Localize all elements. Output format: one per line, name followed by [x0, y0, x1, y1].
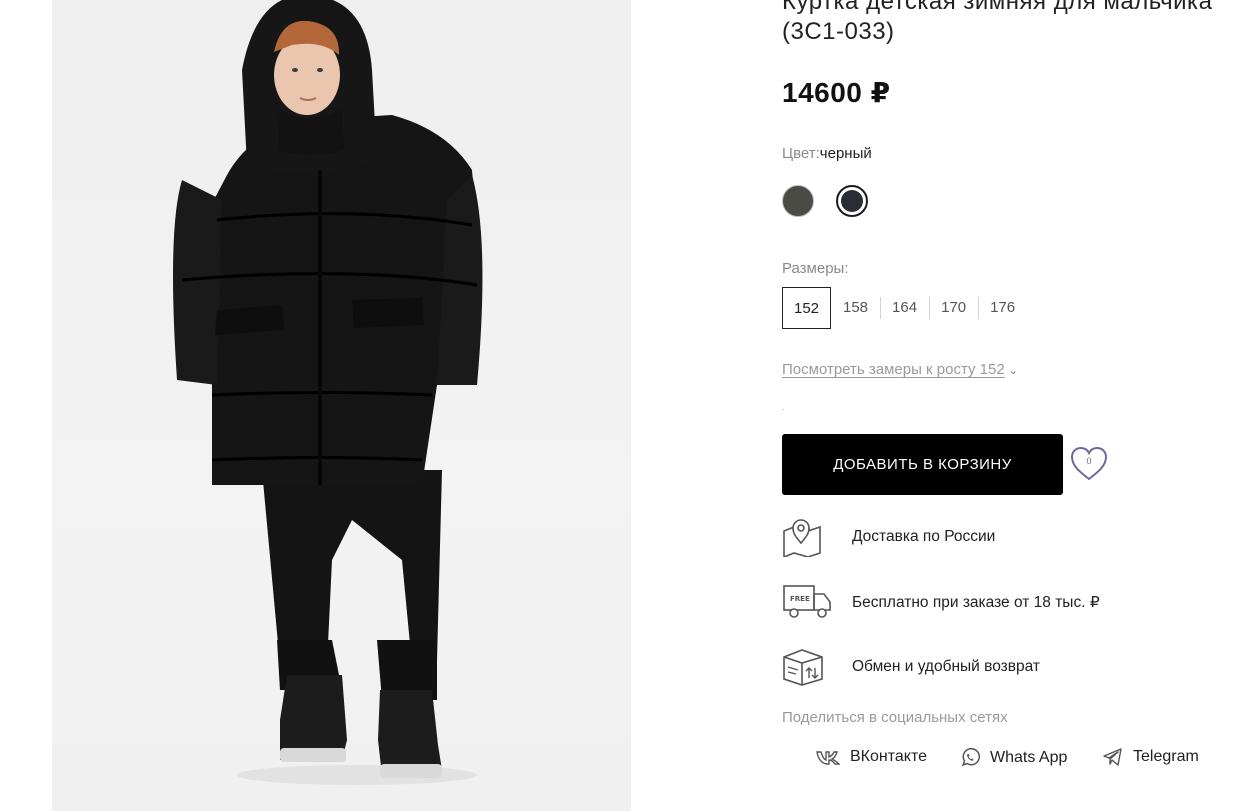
share-vkontakte-link[interactable]: ВКонтакте	[816, 748, 927, 766]
feature-free-shipping: FREE Бесплатно при заказе от 18 тыс. ₽	[782, 582, 1202, 622]
color-label: Цвет:	[782, 145, 820, 162]
product-title: Куртка детская зимняя для мальчика (3С1-…	[782, 0, 1222, 48]
chevron-down-icon: ⌄	[1008, 365, 1018, 377]
favorite-button[interactable]: 0	[1070, 446, 1108, 482]
product-title-line2: (3С1-033)	[782, 18, 895, 45]
product-photo-image	[173, 0, 483, 785]
share-label: Поделиться в социальных сетях	[782, 709, 1008, 726]
size-selector: 152 158 164 170 176	[782, 287, 1027, 329]
feature-delivery: Доставка по России	[782, 517, 1202, 557]
size-option-164[interactable]: 164	[880, 287, 929, 329]
feature-delivery-text: Доставка по России	[852, 528, 996, 545]
free-truck-icon: FREE	[783, 585, 831, 618]
whatsapp-icon	[961, 748, 980, 767]
measurements-link-label: Посмотреть замеры к росту 152	[782, 361, 1005, 378]
share-whatsapp-label: Whats App	[990, 749, 1068, 766]
feature-returns: Обмен и удобный возврат	[782, 647, 1202, 687]
vk-icon	[816, 751, 840, 765]
telegram-icon	[1103, 748, 1122, 766]
size-option-176[interactable]: 176	[978, 287, 1027, 329]
share-whatsapp-link[interactable]: Whats App	[960, 748, 1067, 768]
favorites-count: 0	[1086, 456, 1092, 466]
product-photo[interactable]	[52, 0, 631, 811]
color-swatch-olive[interactable]	[782, 185, 814, 217]
size-option-152[interactable]: 152	[782, 287, 831, 329]
color-swatch-black[interactable]	[836, 185, 868, 217]
size-option-170[interactable]: 170	[929, 287, 978, 329]
sizes-label: Размеры:	[782, 260, 849, 277]
product-price: 14600 ₽	[782, 77, 891, 108]
share-telegram-link[interactable]: Telegram	[1103, 748, 1199, 766]
size-option-158[interactable]: 158	[831, 287, 880, 329]
color-value: черный	[819, 145, 872, 162]
share-telegram-label: Telegram	[1133, 748, 1199, 765]
map-pin-icon	[783, 519, 821, 557]
box-return-icon	[783, 649, 823, 686]
share-vkontakte-label: ВКонтакте	[850, 748, 927, 765]
divider-dot: .	[782, 402, 785, 413]
add-to-cart-button[interactable]: ДОБАВИТЬ В КОРЗИНУ	[782, 434, 1063, 495]
color-selector-label: Цвет:черный	[782, 145, 872, 162]
feature-free-shipping-text: Бесплатно при заказе от 18 тыс. ₽	[852, 594, 1100, 611]
svg-text:FREE: FREE	[790, 595, 810, 603]
measurements-link[interactable]: Посмотреть замеры к росту 152 ⌄	[782, 361, 1018, 378]
feature-returns-text: Обмен и удобный возврат	[852, 658, 1040, 675]
product-title-line1: Куртка детская зимняя для мальчика	[782, 0, 1213, 15]
